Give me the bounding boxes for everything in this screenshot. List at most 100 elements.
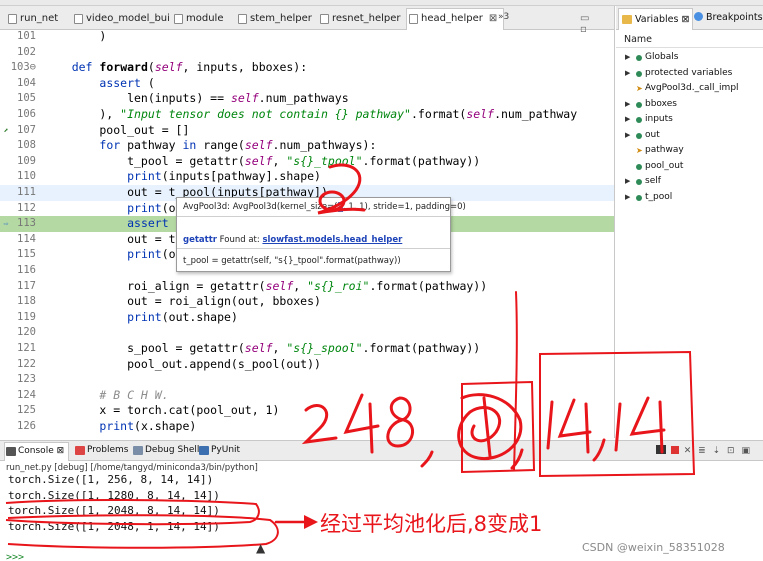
tooltip-module-link[interactable]: slowfast.models.head_helper — [262, 235, 402, 245]
terminate-icon[interactable] — [670, 446, 679, 454]
code-line[interactable]: 123 — [0, 372, 614, 388]
line-number: 108 — [17, 139, 36, 152]
code-line[interactable]: 107 ⬈ pool_out = [] — [0, 123, 614, 139]
editor-tab-bar: run_net video_model_bui module stem_help… — [0, 6, 614, 35]
tab-breakpoints[interactable]: Breakpoints — [694, 12, 763, 23]
expand-arrow-icon[interactable]: ▶ — [625, 190, 630, 206]
code-line[interactable]: 124 # B C H W. — [0, 388, 614, 404]
code-text: out = t — [44, 231, 176, 246]
code-line[interactable]: 110 print(inputs[pathway].shape) — [0, 169, 614, 185]
code-line[interactable]: 121 s_pool = getattr(self, "s{}_spool".f… — [0, 341, 614, 357]
tab-stem-helper[interactable]: stem_helper — [236, 9, 312, 29]
variable-name: Globals — [645, 52, 679, 62]
code-text: def forward(self, inputs, bboxes): — [71, 60, 308, 75]
line-number: 119 — [17, 310, 36, 323]
tab-resnet-helper[interactable]: resnet_helper — [318, 9, 401, 29]
variable-item[interactable]: ▶ bboxes — [616, 97, 763, 113]
remove-launch-icon[interactable]: ✕ — [684, 446, 694, 456]
code-line[interactable]: 109 t_pool = getattr(self, "s{}_tpool".f… — [0, 153, 614, 170]
tab-video-model-builder[interactable]: video_model_bui — [72, 9, 170, 29]
code-line[interactable]: 122 pool_out.append(s_pool(out)) — [0, 357, 614, 373]
expand-arrow-icon[interactable]: ▶ — [625, 174, 630, 190]
console-prompt[interactable]: >>> — [6, 552, 24, 561]
tab-overflow-count[interactable]: »3 — [498, 12, 509, 22]
variable-item[interactable]: ▶ self — [616, 174, 763, 190]
expand-arrow-icon[interactable]: ▶ — [625, 66, 630, 82]
tooltip-divider — [177, 216, 450, 217]
variable-icon — [636, 101, 642, 108]
line-number: 112 — [17, 201, 36, 214]
close-tab-icon[interactable]: ⊠ — [681, 14, 689, 25]
expand-arrow-icon[interactable]: ▶ — [625, 50, 630, 66]
pin-console-icon[interactable]: ⊡ — [727, 446, 737, 456]
variable-item[interactable]: pool_out — [616, 159, 763, 175]
variable-icon — [636, 117, 642, 123]
tooltip-divider — [177, 248, 450, 249]
variable-item[interactable]: ➤ pathway — [616, 143, 763, 159]
code-line[interactable]: 104 assert ( — [0, 76, 614, 92]
scroll-lock-icon[interactable]: ⇣ — [713, 446, 723, 456]
display-console-icon[interactable]: ▣ — [741, 446, 752, 456]
tab-console[interactable]: Console ⊠ — [4, 442, 70, 461]
expand-arrow-icon[interactable]: ▶ — [625, 128, 630, 144]
python-file-icon — [238, 14, 247, 24]
line-number: 104 — [17, 76, 36, 89]
variable-name: bboxes — [645, 98, 677, 109]
code-line[interactable]: 120 — [0, 325, 614, 341]
line-number: 114 — [17, 232, 36, 245]
close-tab-icon[interactable]: ⊠ — [489, 13, 497, 24]
console-icon — [6, 447, 16, 456]
close-tab-icon[interactable]: ⊠ — [57, 446, 65, 456]
tab-pyunit[interactable]: PyUnit — [198, 445, 240, 455]
code-line[interactable]: 125 x = torch.cat(pool_out, 1) — [0, 403, 614, 419]
mouse-pointer-icon: ▲ — [256, 541, 266, 555]
tab-head-helper[interactable]: head_helper ⊠ — [406, 8, 505, 30]
variable-icon — [636, 194, 642, 201]
code-text: ) — [44, 29, 107, 43]
tab-variables[interactable]: Variables ⊠ — [618, 8, 694, 30]
python-file-icon — [174, 14, 183, 24]
code-line[interactable]: 101 ) — [0, 29, 614, 45]
code-text: t_pool = getattr(self, "s{}_tpool".forma… — [44, 153, 481, 168]
code-line[interactable]: 102 — [0, 45, 614, 61]
variable-item[interactable]: ▶ protected variables — [616, 66, 763, 82]
annotation-text: 经过平均池化后,8变成1 — [320, 512, 543, 536]
code-line[interactable]: 119 print(out.shape) — [0, 309, 614, 326]
code-line[interactable]: 118 out = roi_align(out, bboxes) — [0, 294, 614, 310]
variable-item[interactable]: ▶ Globals — [616, 50, 763, 66]
line-number: 115 — [17, 248, 36, 261]
line-number: 118 — [17, 295, 36, 308]
expand-arrow-icon[interactable]: ▶ — [625, 112, 630, 128]
code-line[interactable]: 103⊖ def forward(self, inputs, bboxes): — [0, 60, 614, 76]
variable-item[interactable]: ▶ out — [616, 128, 763, 144]
variables-icon — [622, 15, 632, 24]
tab-run-net[interactable]: run_net — [6, 9, 58, 29]
code-text: for pathway in range(self.num_pathways): — [99, 138, 377, 153]
code-line[interactable]: 108 for pathway in range(self.num_pathwa… — [0, 138, 614, 154]
line-number: 109 — [17, 154, 36, 167]
tab-problems[interactable]: Problems — [74, 445, 128, 455]
line-number: 122 — [17, 357, 36, 370]
terminal-icon[interactable] — [656, 445, 666, 454]
code-text: print(out.shape) — [127, 309, 238, 324]
variable-item[interactable]: ▶ t_pool — [616, 190, 763, 206]
code-line[interactable]: 117 roi_align = getattr(self, "s{}_roi".… — [0, 279, 614, 295]
line-number: 110 — [17, 170, 36, 183]
hover-tooltip: AvgPool3d: AvgPool3d(kernel_size=(8, 1, … — [176, 197, 466, 272]
variable-item[interactable]: ➤ AvgPool3d._call_impl — [616, 81, 763, 97]
code-line[interactable]: 105 len(inputs) == self.num_pathways — [0, 91, 614, 107]
variable-item[interactable]: ▶ inputs — [616, 112, 763, 128]
csdn-watermark: CSDN @weixin_58351028 — [582, 541, 725, 554]
code-line[interactable]: 126 print(x.shape) — [0, 419, 614, 435]
code-text: s_pool = getattr(self, "s{}_spool".forma… — [44, 341, 481, 355]
line-number: 120 — [17, 326, 36, 339]
tooltip-signature: AvgPool3d: AvgPool3d(kernel_size=(8, 1, … — [183, 202, 466, 212]
expand-arrow-icon[interactable]: ▶ — [625, 97, 630, 113]
console-pane: Console ⊠ Problems Debug Shell PyUnit ✕ … — [0, 440, 763, 561]
code-text: ), "Input tensor does not contain {} pat… — [44, 107, 578, 121]
code-line[interactable]: 106 ), "Input tensor does not contain {}… — [0, 107, 614, 123]
code-text: print(o — [127, 247, 176, 262]
clear-console-icon[interactable]: ≣ — [698, 446, 708, 456]
tab-module[interactable]: module — [172, 9, 223, 29]
tab-debug-shell[interactable]: Debug Shell — [132, 445, 199, 455]
